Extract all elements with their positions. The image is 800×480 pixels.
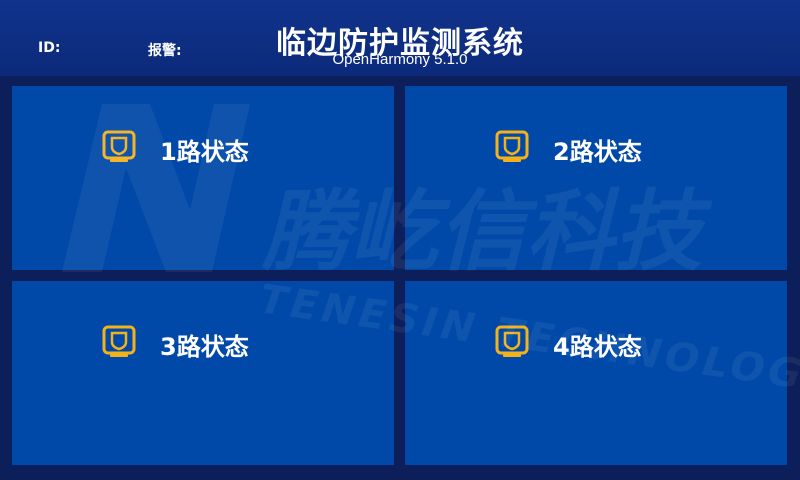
shield-monitor-icon <box>102 325 136 357</box>
shield-monitor-icon <box>102 130 136 162</box>
page-subtitle: OpenHarmony 5.1.0 <box>332 51 468 68</box>
shield-monitor-icon <box>495 325 529 357</box>
channel-label-4: 4路状态 <box>553 333 642 361</box>
channel-panel-4[interactable]: 4路状态 <box>405 281 787 465</box>
channel-label-2: 2路状态 <box>553 138 642 166</box>
header-bar: ID: 报警: 临边防护监测系统 OpenHarmony 5.1.0 <box>0 0 800 76</box>
shield-monitor-icon <box>495 130 529 162</box>
channel-panel-3[interactable]: 3路状态 <box>12 281 394 465</box>
channel-panel-1[interactable]: 1路状态 <box>12 86 394 270</box>
channel-label-3: 3路状态 <box>160 333 249 361</box>
channel-panel-2[interactable]: 2路状态 <box>405 86 787 270</box>
channel-label-1: 1路状态 <box>160 138 249 166</box>
